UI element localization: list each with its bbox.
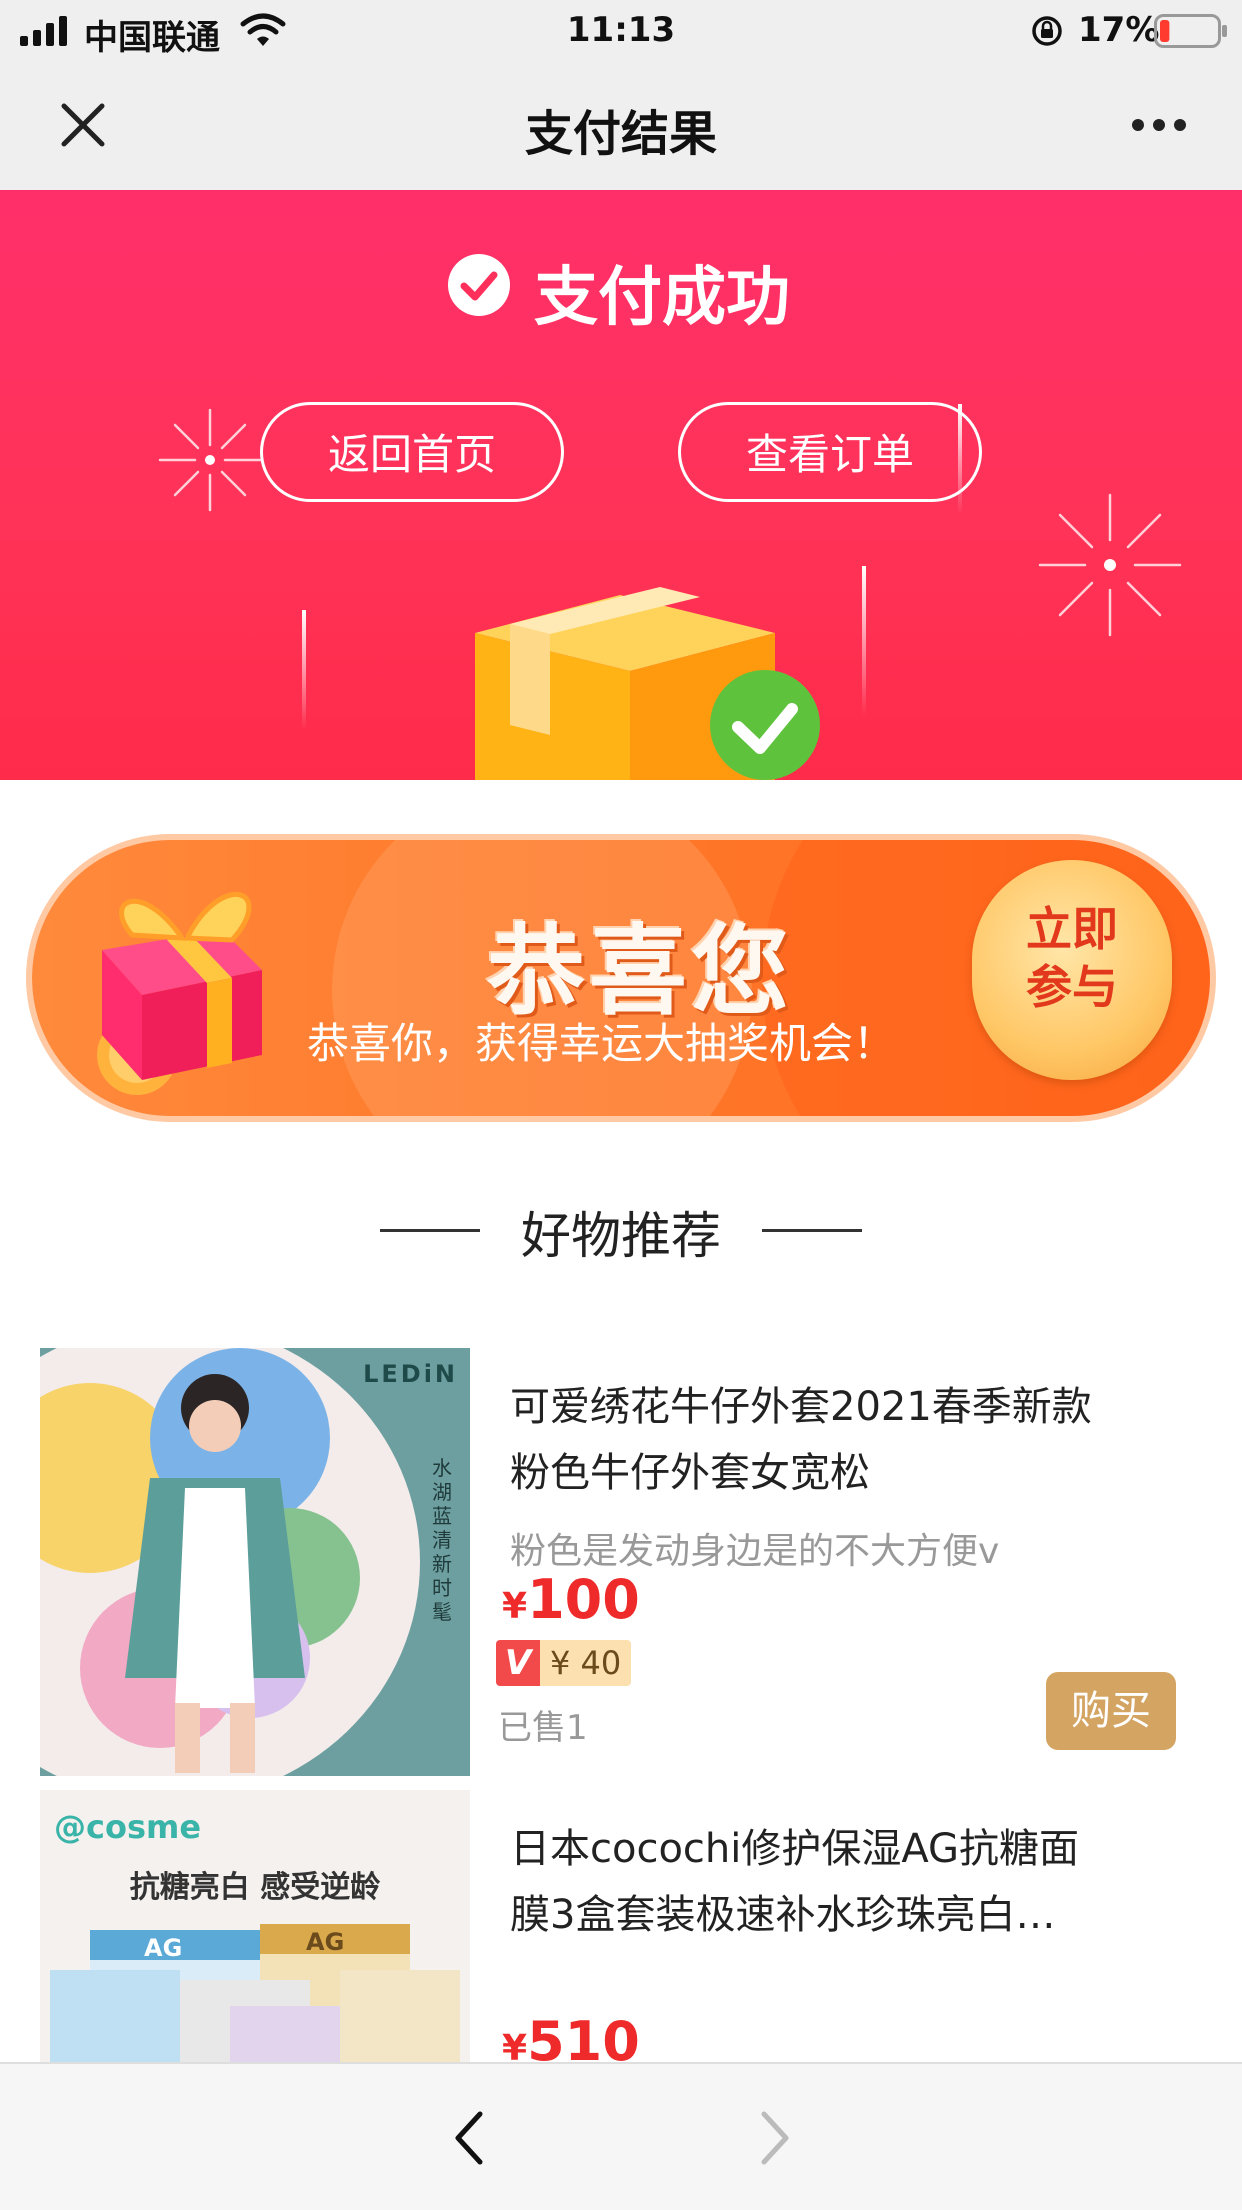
product-title-line2: 膜3盒套装极速补水珍珠亮白…: [510, 1892, 1056, 1938]
join-now-button[interactable]: 立即 参与: [972, 860, 1172, 1080]
vip-price: ¥ 40: [540, 1640, 632, 1686]
back-arrow-icon[interactable]: [450, 2108, 490, 2168]
battery-percent: 17%: [1078, 10, 1160, 50]
package-illustration: [475, 587, 820, 780]
navigation-bar: 支付结果: [0, 60, 1242, 190]
spark-line: [862, 566, 866, 716]
image-product-mark: AG: [144, 1934, 183, 1962]
spark-line: [302, 610, 306, 730]
image-caption: 抗糖亮白 感受逆龄: [129, 1870, 381, 1905]
page-title: 支付结果: [524, 106, 717, 162]
vip-badge: V: [496, 1640, 540, 1686]
more-icon[interactable]: [1130, 116, 1188, 134]
product-title-line1: 可爱绣花牛仔外套2021春季新款: [510, 1384, 1092, 1430]
product-package-illustration: [50, 1924, 460, 2062]
product-image[interactable]: LEDiN 水湖蓝 清新时髦: [40, 1348, 470, 1776]
success-check-icon: [448, 254, 510, 316]
vip-price-tag: V ¥ 40: [496, 1640, 632, 1686]
firework-decoration: [1038, 493, 1182, 637]
image-product-mark: AG: [306, 1928, 345, 1956]
browser-toolbar: [0, 2062, 1242, 2210]
image-caption: 水湖蓝 清新时髦: [432, 1456, 452, 1624]
banner-subtitle: 恭喜你，获得幸运大抽奖机会！: [307, 1019, 896, 1068]
payment-status-title: 支付成功: [534, 261, 790, 335]
lottery-banner[interactable]: 恭喜您 恭喜你，获得幸运大抽奖机会！ 立即 参与: [32, 840, 1210, 1116]
product-price: ¥100: [502, 1568, 640, 1631]
section-title: 好物推荐: [521, 1207, 721, 1265]
forward-arrow-icon[interactable]: [754, 2108, 794, 2168]
product-photo-illustration: [40, 1348, 470, 1776]
image-brand: LEDiN: [363, 1360, 458, 1388]
gift-box-icon: [97, 891, 262, 1095]
sold-count: 已售1: [498, 1708, 588, 1748]
rotation-lock-icon: [1032, 16, 1062, 46]
image-brand: @cosme: [54, 1808, 202, 1846]
product-image[interactable]: @cosme 抗糖亮白 感受逆龄 AG AG: [40, 1790, 470, 2062]
product-title-line2: 粉色牛仔外套女宽松: [510, 1450, 870, 1496]
view-order-button[interactable]: 查看订单: [678, 402, 982, 502]
payment-result-header: 支付成功 返回首页 查看订单: [0, 190, 1242, 780]
product-title[interactable]: 日本cocochi修护保湿AG抗糖面 膜3盒套装极速补水珍珠亮白…: [510, 1816, 1190, 1948]
status-bar: 中国联通 11:13 17%: [0, 0, 1242, 60]
back-home-button[interactable]: 返回首页: [260, 402, 564, 502]
join-label-line2: 参与: [1026, 960, 1118, 1014]
product-title-line1: 日本cocochi修护保湿AG抗糖面: [510, 1826, 1080, 1872]
product-title[interactable]: 可爱绣花牛仔外套2021春季新款 粉色牛仔外套女宽松: [510, 1374, 1190, 1506]
battery-icon: [1154, 14, 1227, 48]
divider-line: [762, 1229, 862, 1232]
join-label-line1: 立即: [1026, 902, 1118, 956]
product-subtitle: 粉色是发动身边是的不大方便v: [510, 1531, 1000, 1572]
buy-button[interactable]: 购买: [1046, 1672, 1176, 1750]
firework-decoration: [158, 408, 262, 512]
